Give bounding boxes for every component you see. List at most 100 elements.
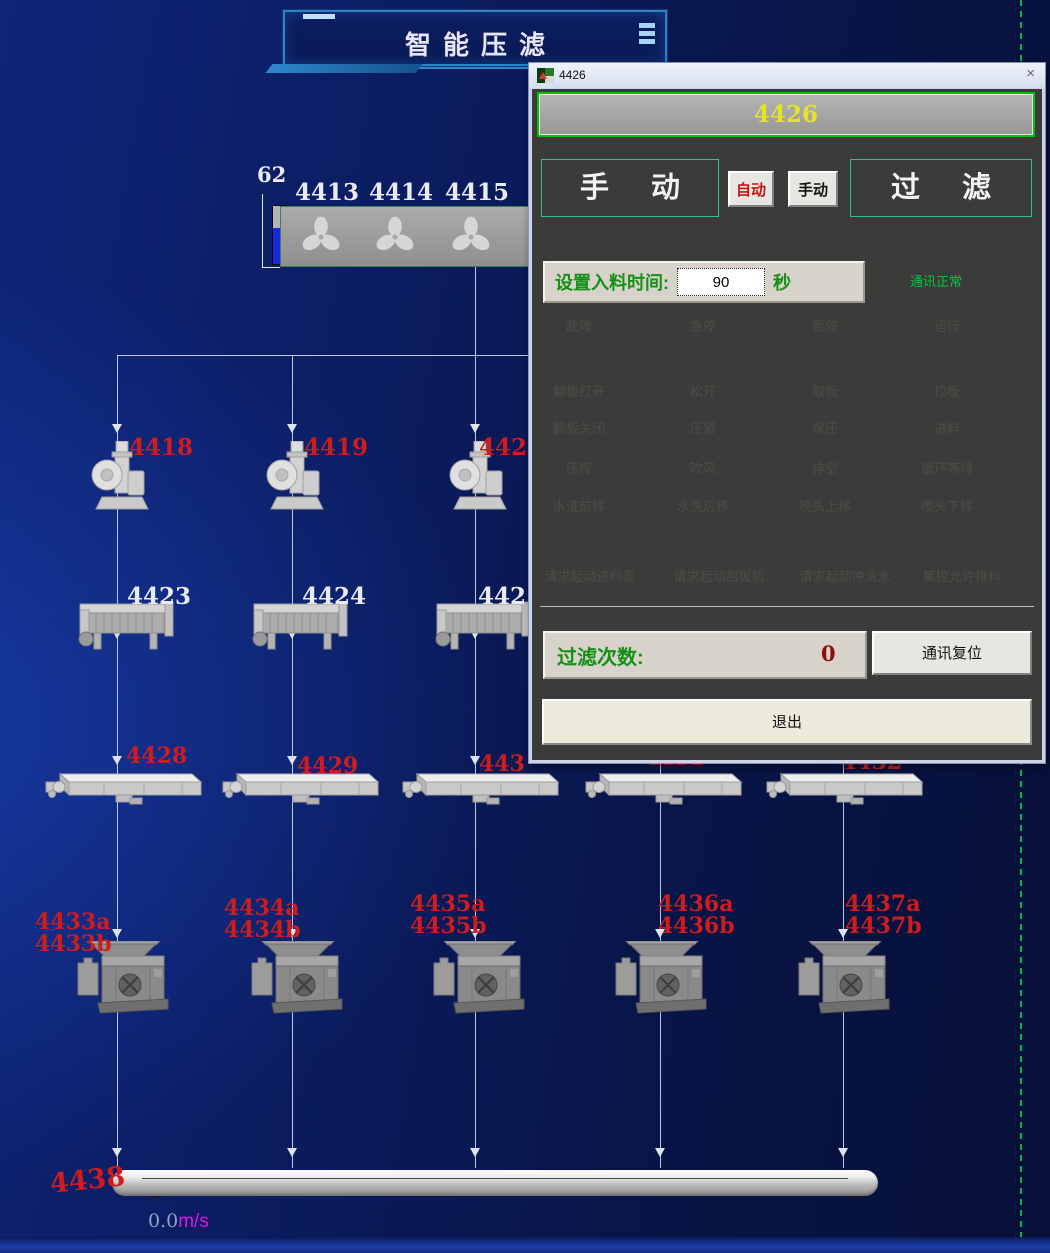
pump-label: 4418 (129, 437, 193, 459)
status-cell: 翻板打开 (532, 381, 626, 400)
banner-dash-decor (303, 14, 335, 19)
flow-arrow (470, 424, 480, 433)
page-title: 智能压滤 (285, 25, 665, 62)
flow-arrow (287, 756, 297, 765)
feed-time-panel: 设置入料时间: 秒 (543, 261, 865, 303)
belt-speed-unit: m/s (178, 1211, 209, 1232)
feed-time-input[interactable] (677, 268, 765, 296)
pump-label: 442 (479, 437, 527, 459)
gauge-bracket (262, 194, 263, 268)
press-label: 4424 (302, 583, 366, 610)
flow-arrow (287, 424, 297, 433)
conveyor-label: 4429 (297, 755, 358, 777)
status-cell: 运行 (870, 316, 1024, 335)
crusher[interactable] (789, 941, 901, 1023)
fan-icon[interactable] (300, 214, 342, 256)
status-cell: 暂停 (780, 316, 870, 335)
belt-seam (142, 1178, 848, 1179)
feed-time-label: 设置入料时间: (555, 269, 669, 295)
flow-arrow (112, 424, 122, 433)
status-cell: 喷头下移 (870, 496, 1024, 515)
gauge-bracket-foot (262, 267, 280, 268)
status-cell: 水洗后移 (626, 496, 780, 515)
filter-count-panel: 过滤次数: 0 (543, 631, 867, 679)
comm-reset-button[interactable]: 通讯复位 (872, 631, 1032, 675)
comm-status: 通讯正常 (910, 271, 962, 290)
dialog-header-value: 4426 (537, 92, 1035, 137)
filter-mode-box[interactable]: 过 滤 (850, 159, 1032, 217)
flow-arrow (470, 1148, 480, 1157)
status-cell: 拉板 (870, 381, 1024, 400)
divider (540, 606, 1034, 607)
status-cell: 取板 (780, 381, 870, 400)
status-cell: 进料 (870, 418, 1024, 437)
request-cell: 请求起动刮板机 (648, 566, 790, 585)
crusher[interactable] (242, 941, 354, 1023)
flow-arrow (112, 756, 122, 765)
flow-arrow (112, 929, 122, 938)
status-cell: 急停 (626, 316, 780, 335)
fan-icon[interactable] (374, 214, 416, 256)
manual-button[interactable]: 手动 (788, 171, 838, 207)
dialog-body: 4426 手 动 自动 手动 过 滤 设置入料时间: 秒 通讯正常 故障 急停 … (532, 89, 1042, 760)
press-label: 4423 (127, 583, 191, 610)
dialog-title: 4426 (559, 68, 586, 82)
crusher[interactable] (606, 941, 718, 1023)
belt-label: 4438 (49, 1166, 126, 1196)
status-row: 翻板打开 松开 取板 拉板 (532, 381, 1024, 400)
belt-body (112, 1170, 878, 1196)
flow-arrow (112, 1148, 122, 1157)
crusher-label: 4433a4433b (35, 911, 112, 955)
status-cell: 喷头上移 (780, 496, 870, 515)
close-icon[interactable]: × (1026, 65, 1035, 82)
status-cell: 翻板关闭 (532, 418, 626, 437)
filter-count-value: 0 (821, 641, 836, 666)
pipe-line (475, 265, 476, 355)
status-cell: 压紧 (626, 418, 780, 437)
fan-label: 4414 (369, 179, 433, 206)
status-row: 压榨 吹风 排空 循环等待 (532, 458, 1024, 477)
flow-arrow (655, 1148, 665, 1157)
banner-wing-decor (265, 64, 422, 73)
request-cell: 请求起动进料泵 (532, 566, 648, 585)
exit-button[interactable]: 退出 (542, 699, 1032, 745)
belt-speed: 0.0m/s (148, 1210, 209, 1233)
status-row: 翻板关闭 压紧 保压 进料 (532, 418, 1024, 437)
scada-screen: 智能压滤 62 4413 4414 4415 4418 4419 442 (0, 0, 1050, 1253)
status-cell: 水洗前移 (532, 496, 626, 515)
manual-mode-box[interactable]: 手 动 (541, 159, 719, 217)
conveyor-label: 4428 (126, 745, 187, 767)
window-icon (537, 68, 554, 83)
dialog-4426: 4426 × 4426 手 动 自动 手动 过 滤 设置入料时间: 秒 通讯正常… (528, 62, 1046, 764)
dialog-titlebar[interactable]: 4426 × (529, 63, 1045, 88)
belt-conveyor[interactable] (112, 1168, 878, 1198)
conveyor-label: 443 (479, 753, 525, 775)
status-cell: 排空 (780, 458, 870, 477)
status-cell: 循环等待 (870, 458, 1024, 477)
crusher-label: 4437a4437b (845, 893, 922, 937)
crusher[interactable] (424, 941, 536, 1023)
status-cell: 保压 (780, 418, 870, 437)
crusher-label: 4435a4435b (410, 893, 487, 937)
filter-count-label: 过滤次数: (557, 641, 644, 670)
request-cell: 请求起动冲洗水 (790, 566, 900, 585)
press-label: 442 (478, 583, 526, 610)
feed-time-unit: 秒 (773, 269, 791, 295)
fan-label: 4415 (445, 179, 509, 206)
scraper-conveyor[interactable] (765, 769, 925, 809)
scraper-conveyor[interactable] (584, 769, 744, 809)
status-cell: 吹风 (626, 458, 780, 477)
status-cell: 故障 (532, 316, 626, 335)
scraper-conveyor[interactable] (44, 769, 204, 809)
flow-arrow (838, 1148, 848, 1157)
flow-arrow (287, 1148, 297, 1157)
belt-speed-value: 0.0 (148, 1210, 178, 1232)
status-row: 水洗前移 水洗后移 喷头上移 喷头下移 (532, 496, 1024, 515)
status-cell: 松开 (626, 381, 780, 400)
crusher-label: 4436a4436b (658, 893, 735, 937)
fan-icon[interactable] (450, 214, 492, 256)
title-banner: 智能压滤 (283, 10, 667, 66)
fan-label: 4413 (295, 179, 359, 206)
gauge-label: 62 (257, 162, 286, 187)
auto-button[interactable]: 自动 (728, 171, 774, 207)
